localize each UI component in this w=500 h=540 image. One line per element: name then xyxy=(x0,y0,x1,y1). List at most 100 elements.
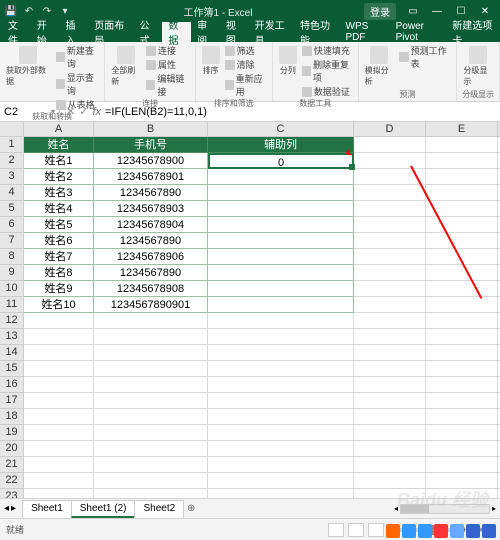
login-button[interactable]: 登录 xyxy=(364,3,396,20)
row-header[interactable]: 1 xyxy=(0,137,24,153)
cell[interactable] xyxy=(24,457,94,473)
ribbon-tab[interactable]: WPS PDF xyxy=(340,22,390,42)
cell[interactable] xyxy=(94,329,208,345)
row-header[interactable]: 20 xyxy=(0,441,24,457)
cell[interactable] xyxy=(354,409,426,425)
ribbon-button[interactable]: 预测工作表 xyxy=(399,44,452,70)
cell[interactable] xyxy=(354,457,426,473)
row-header[interactable]: 17 xyxy=(0,393,24,409)
cell[interactable]: 姓名9 xyxy=(24,281,94,297)
hscroll-right-icon[interactable]: ▸ xyxy=(492,504,496,513)
ribbon-button[interactable]: 分列 xyxy=(277,44,299,78)
tray-icon[interactable] xyxy=(434,524,448,538)
cell[interactable]: 姓名 xyxy=(24,137,94,153)
cell[interactable]: 姓名8 xyxy=(24,265,94,281)
cell[interactable]: 12345678903 xyxy=(94,201,208,217)
horizontal-scrollbar[interactable] xyxy=(400,504,490,514)
column-header[interactable]: D xyxy=(354,122,426,137)
ribbon-button[interactable]: 全部刷新 xyxy=(109,44,143,89)
cell[interactable] xyxy=(426,409,498,425)
cell[interactable] xyxy=(426,425,498,441)
ribbon-tab[interactable]: 开始 xyxy=(31,22,60,42)
row-header[interactable]: 6 xyxy=(0,217,24,233)
cell[interactable] xyxy=(24,425,94,441)
name-box[interactable]: C2 ▾ xyxy=(0,102,60,121)
cell[interactable] xyxy=(426,489,498,498)
cell[interactable] xyxy=(426,137,498,153)
row-header[interactable]: 13 xyxy=(0,329,24,345)
cell[interactable]: 12345678901 xyxy=(94,169,208,185)
cell[interactable] xyxy=(426,281,498,297)
cell[interactable] xyxy=(94,457,208,473)
cell[interactable] xyxy=(208,377,354,393)
ribbon-button[interactable]: 获取外部数据 xyxy=(4,44,53,89)
row-header[interactable]: 2 xyxy=(0,153,24,169)
sheet-nav-prev-icon[interactable]: ◂ xyxy=(4,503,9,514)
cell[interactable] xyxy=(354,233,426,249)
cell[interactable] xyxy=(24,441,94,457)
tray-icon[interactable] xyxy=(466,524,480,538)
ribbon-button[interactable]: 排序 xyxy=(200,44,222,78)
cell[interactable] xyxy=(94,489,208,498)
name-box-dropdown-icon[interactable]: ▾ xyxy=(51,107,55,116)
cell[interactable] xyxy=(208,457,354,473)
cell[interactable] xyxy=(426,265,498,281)
cell[interactable] xyxy=(354,137,426,153)
cell[interactable] xyxy=(354,217,426,233)
hscroll-thumb[interactable] xyxy=(401,505,429,513)
cell[interactable] xyxy=(354,297,426,313)
cell[interactable] xyxy=(208,441,354,457)
cell[interactable]: 姓名3 xyxy=(24,185,94,201)
cell[interactable] xyxy=(354,201,426,217)
row-header[interactable]: 8 xyxy=(0,249,24,265)
ribbon-button[interactable]: 数据验证 xyxy=(302,85,354,98)
row-header[interactable]: 14 xyxy=(0,345,24,361)
cell[interactable] xyxy=(354,489,426,498)
row-header[interactable]: 22 xyxy=(0,473,24,489)
row-header[interactable]: 5 xyxy=(0,201,24,217)
cell[interactable] xyxy=(426,377,498,393)
ribbon-tab[interactable]: 新建选项卡 xyxy=(446,22,500,42)
cell[interactable]: 1234567890 xyxy=(94,233,208,249)
save-icon[interactable]: 💾 xyxy=(4,4,18,18)
cell[interactable] xyxy=(24,409,94,425)
ribbon-tab[interactable]: 插入 xyxy=(59,22,88,42)
cell[interactable] xyxy=(426,329,498,345)
row-header[interactable]: 10 xyxy=(0,281,24,297)
cell[interactable] xyxy=(426,313,498,329)
cell[interactable] xyxy=(354,153,426,169)
row-header[interactable]: 23 xyxy=(0,489,24,498)
cell[interactable] xyxy=(208,393,354,409)
cell[interactable] xyxy=(208,265,354,281)
cell[interactable] xyxy=(208,217,354,233)
qat-dropdown-icon[interactable]: ▾ xyxy=(58,4,72,18)
cell[interactable] xyxy=(24,361,94,377)
cell[interactable] xyxy=(208,169,354,185)
ribbon-tab[interactable]: 审阅 xyxy=(191,22,220,42)
cell[interactable] xyxy=(208,425,354,441)
view-normal-icon[interactable] xyxy=(328,523,344,537)
spreadsheet-grid[interactable]: ABCDEF1姓名手机号辅助列2姓名11234567890003姓名212345… xyxy=(0,122,500,498)
cell[interactable] xyxy=(426,233,498,249)
cell[interactable]: 1234567890 xyxy=(94,185,208,201)
ribbon-button[interactable]: 连接 xyxy=(146,44,191,57)
column-header[interactable]: C xyxy=(208,122,354,137)
cell[interactable] xyxy=(208,297,354,313)
cell[interactable] xyxy=(94,313,208,329)
ribbon-options-icon[interactable]: ▭ xyxy=(402,2,424,20)
cell[interactable] xyxy=(354,473,426,489)
tray-icon[interactable] xyxy=(402,524,416,538)
cell[interactable]: 0 xyxy=(208,153,354,169)
cell[interactable]: 姓名5 xyxy=(24,217,94,233)
cell[interactable] xyxy=(208,489,354,498)
row-header[interactable]: 15 xyxy=(0,361,24,377)
cell[interactable]: 姓名6 xyxy=(24,233,94,249)
cell[interactable] xyxy=(426,185,498,201)
ribbon-tab[interactable]: 页面布局 xyxy=(88,22,133,42)
column-header[interactable]: A xyxy=(24,122,94,137)
sheet-nav-next-icon[interactable]: ▸ xyxy=(11,503,16,514)
cell[interactable] xyxy=(208,201,354,217)
ribbon-button[interactable]: 快速填充 xyxy=(302,44,354,57)
cell[interactable] xyxy=(354,377,426,393)
ribbon-tab[interactable]: 特色功能 xyxy=(294,22,339,42)
